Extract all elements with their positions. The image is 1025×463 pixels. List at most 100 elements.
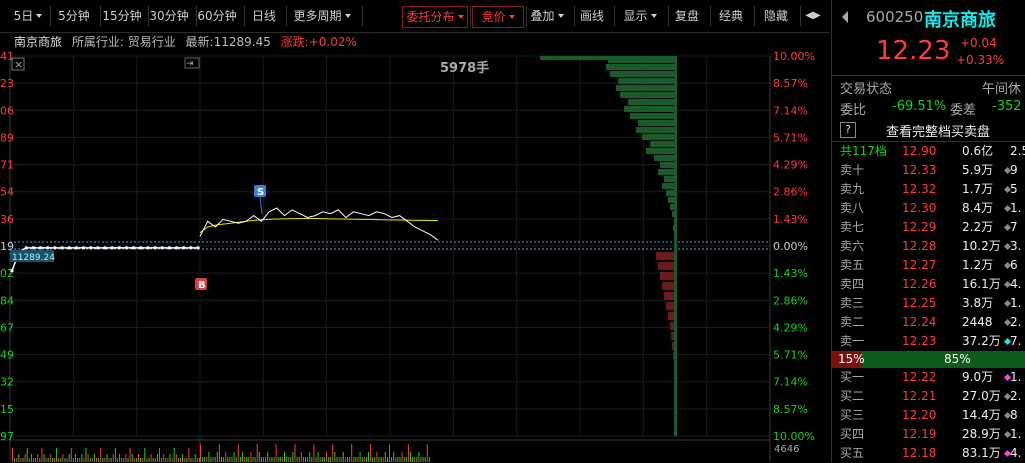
- full-book-button[interactable]: 查看完整档买卖盘: [886, 121, 990, 140]
- book-row-extra: 7.: [1010, 334, 1022, 348]
- toolbar-item-11[interactable]: 显示: [616, 6, 664, 26]
- sell-depth-bar: [646, 148, 676, 154]
- sell-level-5[interactable]: 卖六 12.28 10.2万 3.: [832, 237, 1025, 256]
- left-axis-tick: 89: [0, 131, 14, 144]
- buy-level-3[interactable]: 买三 12.20 14.4万 8: [832, 406, 1025, 425]
- sell-level-7[interactable]: 卖四 12.26 16.1万 4.: [832, 275, 1025, 294]
- sell-level-9[interactable]: 卖二 12.24 2448 2.: [832, 313, 1025, 332]
- chevron-down-icon: [457, 15, 464, 19]
- volume-bar: [39, 458, 41, 462]
- book-row-extra: 9: [1010, 163, 1018, 177]
- volume-bar: [403, 457, 405, 462]
- volume-bar: [140, 458, 142, 462]
- volume-bar: [269, 457, 271, 462]
- volume-bar: [382, 457, 384, 462]
- volume-bar: [296, 457, 298, 462]
- left-axis-tick: 54: [0, 186, 14, 199]
- volume-bar: [180, 458, 181, 462]
- book-row-volume: 8.4万: [962, 201, 994, 215]
- toolbar-divider: [754, 6, 755, 26]
- volume-bar: [212, 457, 214, 462]
- volume-bar: [393, 452, 395, 462]
- volume-bar: [125, 454, 127, 462]
- volume-bar: [405, 457, 407, 462]
- sell-level-10[interactable]: 卖一 12.23 37.2万 7.: [832, 332, 1025, 351]
- book-total-total_price: 12.90: [902, 144, 937, 158]
- volume-bar: [426, 444, 428, 462]
- buy-level-1[interactable]: 买一 12.22 9.0万 1.: [832, 368, 1025, 387]
- sell-level-2[interactable]: 卖九 12.32 1.7万 5: [832, 180, 1025, 199]
- toolbar-item-1[interactable]: 5分钟: [52, 6, 96, 26]
- book-row-label: 卖四: [840, 277, 865, 291]
- book-row-extra: 1.: [1010, 296, 1022, 310]
- toolbar-item-8[interactable]: 竞价: [472, 6, 524, 28]
- volume-bar: [334, 452, 336, 462]
- volume-bar: [49, 454, 51, 462]
- buy-level-2[interactable]: 买二 12.21 27.0万 2.: [832, 387, 1025, 406]
- volume-bar: [271, 457, 273, 462]
- toolbar-item-7[interactable]: 委托分布: [402, 6, 468, 28]
- toolbar-item-2[interactable]: 15分钟: [100, 6, 144, 26]
- volume-bar: [256, 444, 258, 462]
- toolbar-item-10[interactable]: 画线: [574, 6, 610, 26]
- left-axis-tick: 49: [0, 349, 14, 362]
- toolbar-item-5[interactable]: 日线: [246, 6, 282, 26]
- volume-bar: [129, 448, 131, 462]
- volume-bar: [317, 452, 319, 462]
- order-book-panel: 600250 南京商旅 12.23 +0.04 +0.33% 交易状态 午间休 …: [831, 0, 1025, 462]
- help-icon[interactable]: ?: [840, 122, 856, 138]
- volume-bar: [206, 457, 208, 462]
- book-total-row[interactable]: 共117档 12.90 0.6亿 2.5: [832, 142, 1025, 161]
- book-row-label: 卖十: [840, 163, 865, 177]
- intraday-chart[interactable]: 10.00% 8.57% 7.14% 5.71% 4.29% 2.86% 1.43% 0.00…: [0, 52, 830, 462]
- toolbar-scroll-icon[interactable]: ◀▶: [800, 6, 826, 26]
- book-row-label: 买三: [840, 408, 865, 422]
- toolbar-item-9[interactable]: 叠加: [524, 6, 570, 26]
- sell-depth-bar: [616, 85, 676, 91]
- book-row-volume: 10.2万: [962, 239, 1001, 253]
- toolbar-item-6[interactable]: 更多周期: [286, 6, 358, 26]
- buy-level-5[interactable]: 买五 12.18 83.1万 4.: [832, 444, 1025, 463]
- left-axis-tick: 15: [0, 403, 14, 416]
- book-row-label: 卖九: [840, 182, 865, 196]
- sell-level-6[interactable]: 卖五 12.27 1.2万 6: [832, 256, 1025, 275]
- volume-bar: [399, 457, 401, 462]
- buy-level-4[interactable]: 买四 12.19 28.9万 1.: [832, 425, 1025, 444]
- chevron-down-icon: [344, 14, 351, 18]
- industry-label[interactable]: 所属行业: 贸易行业: [72, 35, 176, 49]
- buy-depth-bar: [658, 262, 676, 270]
- buy-sell-ratio-bar: 15% 85%: [832, 351, 1025, 368]
- sell-level-4[interactable]: 卖七 12.29 2.2万 7: [832, 218, 1025, 237]
- trading-status-label: 交易状态: [840, 82, 893, 97]
- toolbar-item-14[interactable]: 隐藏: [756, 6, 796, 26]
- book-row-price: 12.28: [902, 239, 937, 253]
- volume-bar: [347, 457, 348, 462]
- sell-level-8[interactable]: 卖三 12.25 3.8万 1.: [832, 294, 1025, 313]
- volume-bar: [16, 458, 18, 462]
- volume-bar: [75, 454, 76, 462]
- sell-level-3[interactable]: 卖八 12.30 8.4万 1.: [832, 199, 1025, 218]
- volume-bar: [344, 457, 346, 462]
- sell-level-1[interactable]: 卖十 12.33 5.9万 9: [832, 161, 1025, 180]
- volume-bar: [83, 458, 85, 462]
- toolbar-item-label: 画线: [579, 9, 604, 23]
- book-total-total_label: 共117档: [840, 144, 887, 158]
- toolbar-item-3[interactable]: 30分钟: [146, 6, 192, 26]
- panel-expand-icon[interactable]: [840, 11, 850, 23]
- volume-bar: [428, 457, 430, 462]
- volume-bar: [418, 452, 420, 462]
- volume-bar: [20, 458, 22, 462]
- toolbar-item-12[interactable]: 复盘: [668, 6, 706, 26]
- sell-depth-bar: [638, 120, 676, 126]
- book-row-extra: 1.: [1010, 370, 1022, 384]
- volume-bar: [246, 457, 248, 462]
- toolbar-item-label: 叠加: [530, 9, 555, 23]
- toolbar-item-0[interactable]: 5日: [10, 6, 46, 26]
- volume-bar: [144, 448, 146, 462]
- right-axis-tick: 7.14%: [773, 376, 808, 389]
- toolbar-item-13[interactable]: 经典: [712, 6, 750, 26]
- volume-bar: [231, 457, 233, 462]
- toolbar-item-4[interactable]: 60分钟: [194, 6, 240, 26]
- volume-bar: [41, 448, 43, 462]
- volume-bar: [300, 452, 302, 462]
